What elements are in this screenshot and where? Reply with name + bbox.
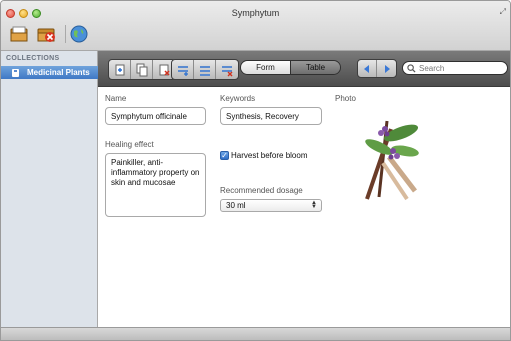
sync-globe-icon[interactable] [69,24,89,44]
app-window: Symphytum ⤢ COLLECTIONS Medicinal Plants [0,0,511,341]
search-input[interactable] [419,63,504,73]
duplicate-field-button[interactable] [194,60,216,79]
duplicate-record-button[interactable] [131,60,153,79]
tab-form[interactable]: Form [241,61,290,74]
name-label: Name [105,94,127,103]
keywords-field[interactable]: Synthesis, Recovery [220,107,322,125]
tab-table[interactable]: Table [290,61,340,74]
new-field-icon [177,65,188,76]
search-field[interactable] [402,61,508,75]
fullscreen-icon[interactable]: ⤢ [500,7,506,17]
window-title: Symphytum [231,8,280,18]
main-toolbar: Form Table [98,51,510,87]
new-record-icon [115,64,124,75]
duplicate-record-icon [136,63,147,76]
dosage-select[interactable]: 30 ml ▲ ▼ [220,199,322,212]
record-navigation [357,59,397,78]
title-bar: Symphytum ⤢ [1,1,510,51]
dosage-value: 30 ml [226,201,246,210]
plant-photo[interactable] [349,107,424,203]
delete-record-icon [159,64,170,76]
bottom-bar [1,327,510,340]
toolbar-separator [65,25,66,43]
next-record-button[interactable] [377,60,396,77]
healing-effect-field[interactable]: Painkiller, anti-inflammatory property o… [105,153,206,217]
sidebar-header: COLLECTIONS [6,55,60,62]
sidebar-item-label: Medicinal Plants [27,68,90,77]
delete-field-icon [222,65,233,76]
field-button-group [171,59,239,80]
delete-field-button[interactable] [216,60,238,79]
sidebar-item-medicinal-plants[interactable]: Medicinal Plants [1,66,98,79]
keywords-label: Keywords [220,94,256,103]
name-field[interactable]: Symphytum officinale [105,107,206,125]
new-record-button[interactable] [109,60,131,79]
new-field-button[interactable] [172,60,194,79]
arrow-left-icon [364,64,369,73]
record-button-group [108,59,176,80]
view-mode-switch: Form Table [240,60,341,75]
checkmark-icon[interactable]: ✓ [220,151,229,160]
arrow-right-icon [384,64,390,73]
previous-record-button[interactable] [358,60,377,77]
duplicate-field-icon [199,65,210,76]
dosage-label: Recommended dosage [220,186,303,195]
new-collection-icon[interactable] [9,24,29,44]
form-view: Name Symphytum officinale Keywords Synth… [98,87,510,328]
sidebar: COLLECTIONS Medicinal Plants [1,51,98,328]
select-arrows-icon: ▲ ▼ [311,200,317,210]
healing-effect-label: Healing effect [105,140,154,149]
delete-collection-icon[interactable] [36,24,56,44]
collection-icon [12,68,19,77]
photo-label: Photo [335,94,356,103]
search-icon [407,63,416,73]
harvest-label: Harvest before bloom [231,151,308,160]
harvest-checkbox[interactable]: ✓ Harvest before bloom [220,151,307,160]
